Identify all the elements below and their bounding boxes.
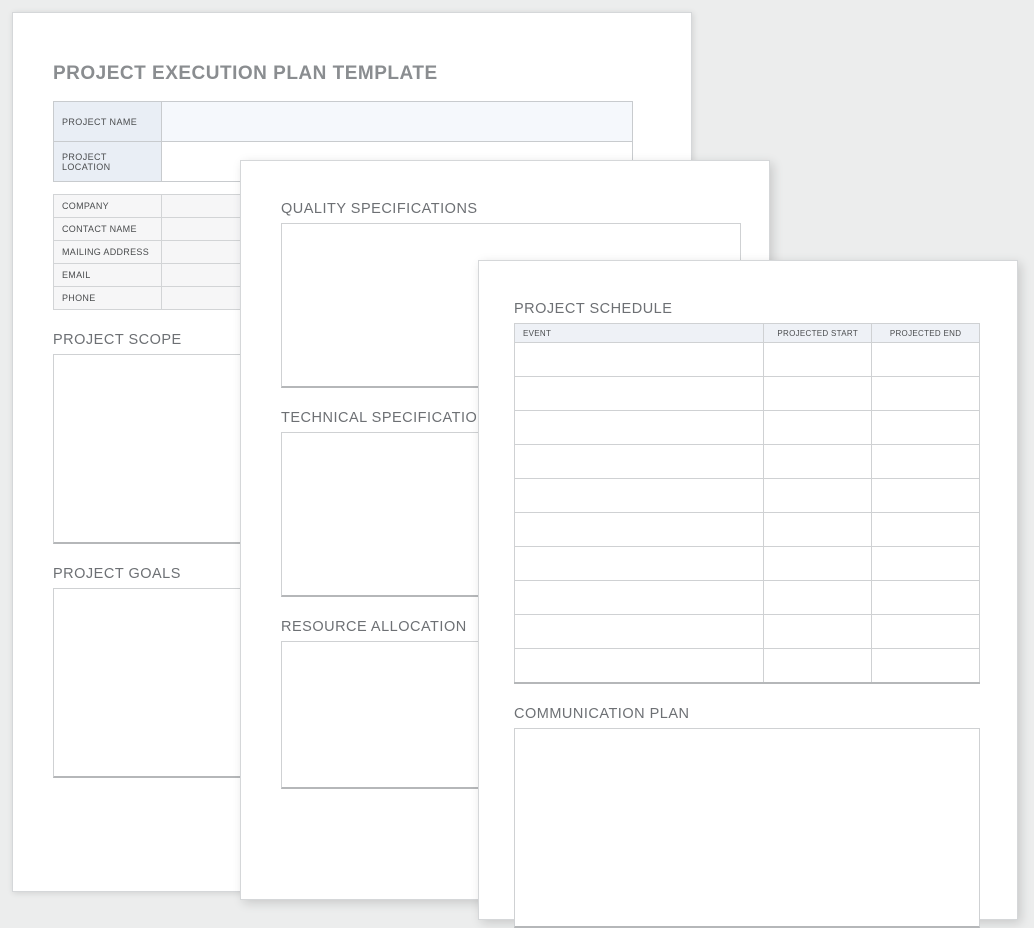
- schedule-cell-event[interactable]: [515, 581, 764, 615]
- schedule-table: EVENT PROJECTED START PROJECTED END: [514, 323, 980, 684]
- schedule-cell-end[interactable]: [872, 615, 980, 649]
- schedule-cell-event[interactable]: [515, 479, 764, 513]
- schedule-cell-event[interactable]: [515, 343, 764, 377]
- schedule-row: [515, 445, 980, 479]
- schedule-cell-end[interactable]: [872, 479, 980, 513]
- schedule-row: [515, 615, 980, 649]
- schedule-cell-event[interactable]: [515, 445, 764, 479]
- communication-plan-heading: COMMUNICATION PLAN: [514, 706, 982, 722]
- schedule-col-end: PROJECTED END: [872, 324, 980, 343]
- schedule-cell-start[interactable]: [764, 479, 872, 513]
- schedule-cell-event[interactable]: [515, 411, 764, 445]
- schedule-col-event: EVENT: [515, 324, 764, 343]
- schedule-cell-start[interactable]: [764, 411, 872, 445]
- schedule-cell-event[interactable]: [515, 513, 764, 547]
- schedule-cell-event[interactable]: [515, 377, 764, 411]
- schedule-row: [515, 513, 980, 547]
- schedule-cell-start[interactable]: [764, 547, 872, 581]
- project-location-label: PROJECT LOCATION: [54, 142, 162, 182]
- schedule-cell-end[interactable]: [872, 581, 980, 615]
- schedule-row: [515, 343, 980, 377]
- schedule-row: [515, 411, 980, 445]
- schedule-cell-start[interactable]: [764, 445, 872, 479]
- schedule-cell-event[interactable]: [515, 615, 764, 649]
- project-schedule-heading: PROJECT SCHEDULE: [514, 301, 982, 317]
- schedule-cell-event[interactable]: [515, 547, 764, 581]
- schedule-row: [515, 479, 980, 513]
- communication-plan-box[interactable]: [514, 728, 980, 928]
- schedule-col-start: PROJECTED START: [764, 324, 872, 343]
- email-label: EMAIL: [54, 264, 162, 287]
- company-label: COMPANY: [54, 195, 162, 218]
- schedule-cell-event[interactable]: [515, 649, 764, 683]
- schedule-cell-end[interactable]: [872, 377, 980, 411]
- schedule-cell-end[interactable]: [872, 343, 980, 377]
- schedule-cell-end[interactable]: [872, 411, 980, 445]
- schedule-cell-end[interactable]: [872, 649, 980, 683]
- project-name-value[interactable]: [162, 102, 633, 142]
- schedule-cell-start[interactable]: [764, 513, 872, 547]
- mailing-address-label: MAILING ADDRESS: [54, 241, 162, 264]
- schedule-row: [515, 377, 980, 411]
- schedule-cell-end[interactable]: [872, 445, 980, 479]
- schedule-cell-start[interactable]: [764, 377, 872, 411]
- quality-spec-heading: QUALITY SPECIFICATIONS: [281, 201, 729, 217]
- contact-name-label: CONTACT NAME: [54, 218, 162, 241]
- phone-label: PHONE: [54, 287, 162, 310]
- page-title: PROJECT EXECUTION PLAN TEMPLATE: [53, 63, 651, 85]
- schedule-cell-start[interactable]: [764, 343, 872, 377]
- schedule-row: [515, 547, 980, 581]
- schedule-cell-end[interactable]: [872, 547, 980, 581]
- schedule-cell-end[interactable]: [872, 513, 980, 547]
- schedule-row: [515, 649, 980, 683]
- schedule-cell-start[interactable]: [764, 615, 872, 649]
- schedule-cell-start[interactable]: [764, 581, 872, 615]
- template-page-3: PROJECT SCHEDULE EVENT PROJECTED START P…: [478, 260, 1018, 920]
- project-name-label: PROJECT NAME: [54, 102, 162, 142]
- schedule-cell-start[interactable]: [764, 649, 872, 683]
- schedule-row: [515, 581, 980, 615]
